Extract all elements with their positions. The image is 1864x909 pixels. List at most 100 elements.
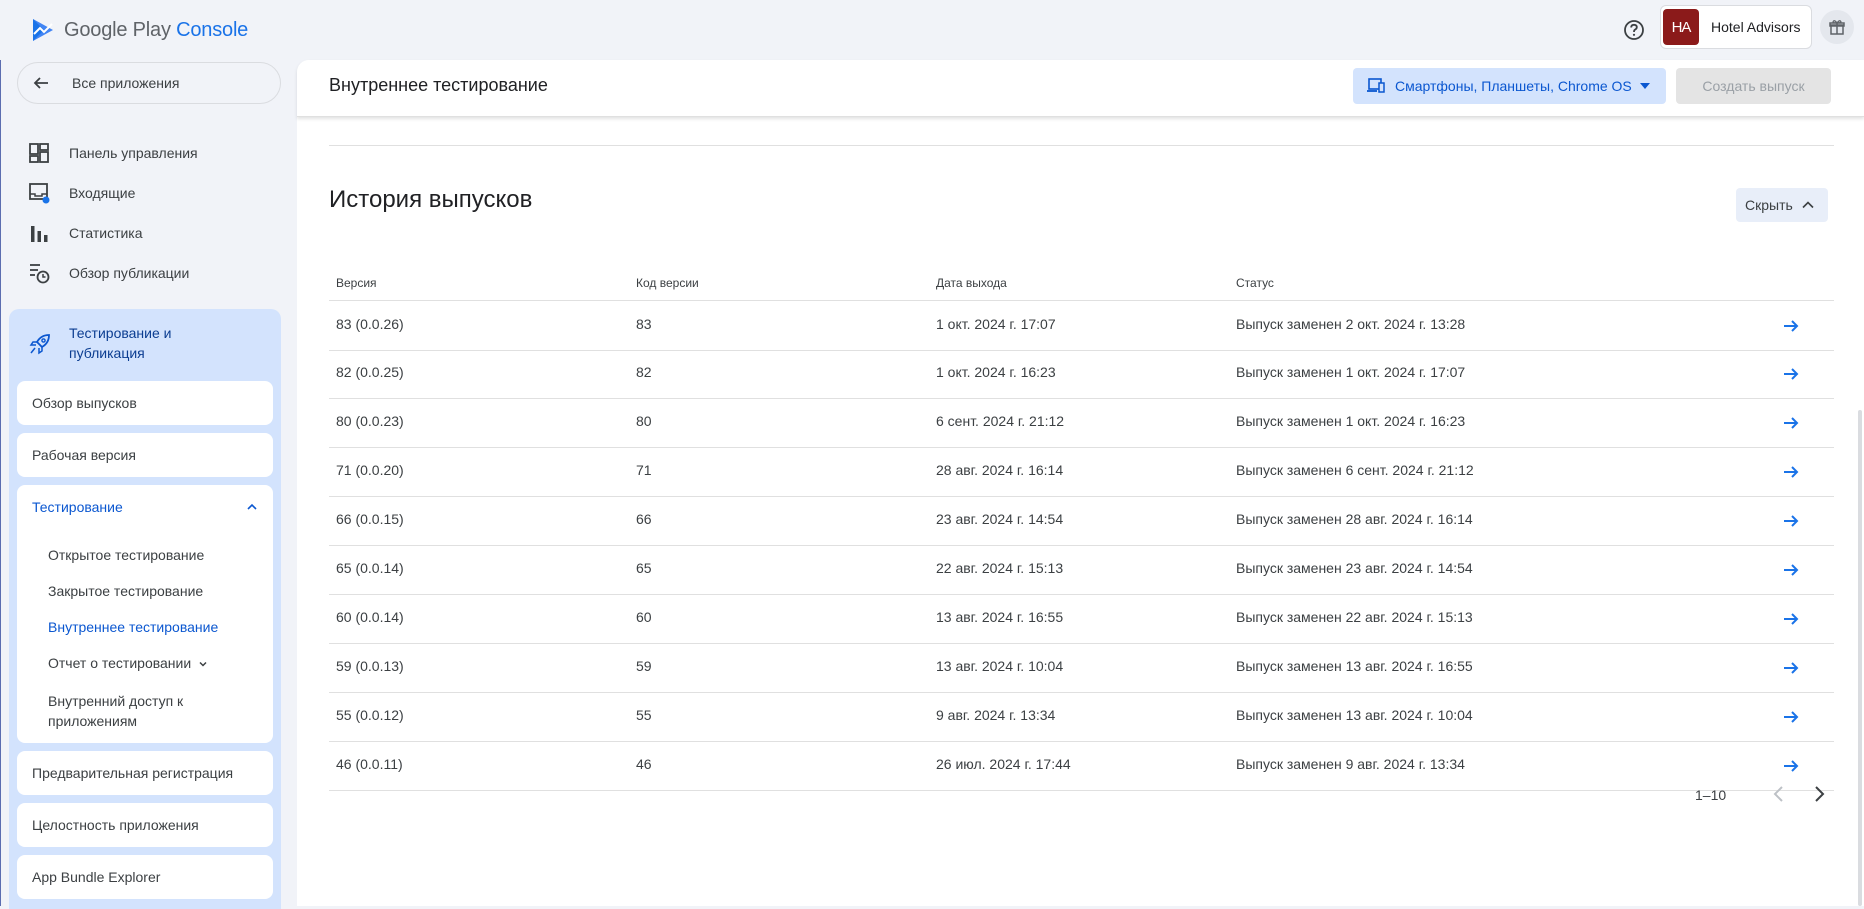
play-console-logo-icon bbox=[33, 19, 53, 41]
table-row[interactable]: 65 (0.0.14) 65 22 авг. 2024 г. 15:13 Выпуск… bbox=[329, 545, 1834, 595]
cell-version-code: 46 bbox=[636, 756, 652, 772]
main-content: Внутреннее тестирование Смартфоны, Планш… bbox=[297, 60, 1864, 906]
arrow-forward-icon bbox=[1784, 320, 1799, 332]
account-switcher[interactable]: HA Hotel Advisors bbox=[1660, 5, 1812, 49]
table-row[interactable]: 82 (0.0.25) 82 1 окт. 2024 г. 16:23 Выпуск … bbox=[329, 349, 1834, 399]
sidebar-item-label: Обзор публикации bbox=[69, 265, 190, 281]
cell-version: 82 (0.0.25) bbox=[336, 364, 404, 380]
open-release-button[interactable] bbox=[1779, 509, 1803, 533]
cell-status: Выпуск заменен 13 авг. 2024 г. 10:04 bbox=[1236, 707, 1473, 723]
top-bar: Google Play Console HA Hotel Advisors bbox=[0, 0, 1864, 60]
cell-version-code: 55 bbox=[636, 707, 652, 723]
arrow-forward-icon bbox=[1784, 760, 1799, 772]
all-apps-label: Все приложения bbox=[72, 75, 180, 91]
column-release-date: Дата выхода bbox=[936, 276, 1007, 290]
device-filter-button[interactable]: Смартфоны, Планшеты, Chrome OS bbox=[1353, 68, 1666, 104]
cell-version-code: 83 bbox=[636, 316, 652, 332]
open-release-button[interactable] bbox=[1779, 754, 1803, 778]
cell-status: Выпуск заменен 13 авг. 2024 г. 16:55 bbox=[1236, 658, 1473, 674]
arrow-forward-icon bbox=[1784, 417, 1799, 429]
cell-version-code: 66 bbox=[636, 511, 652, 527]
play-console-logo[interactable]: Google Play Console bbox=[30, 14, 248, 46]
cell-version-code: 82 bbox=[636, 364, 652, 380]
open-release-button[interactable] bbox=[1779, 411, 1803, 435]
cell-version: 65 (0.0.14) bbox=[336, 560, 404, 576]
rocket-icon bbox=[29, 334, 50, 355]
table-row[interactable]: 83 (0.0.26) 83 1 окт. 2024 г. 17:07 Выпуск … bbox=[329, 300, 1834, 351]
open-release-button[interactable] bbox=[1779, 656, 1803, 680]
brand-name-google-play: Google Play bbox=[64, 18, 177, 41]
cell-version: 66 (0.0.15) bbox=[336, 511, 404, 527]
open-release-button[interactable] bbox=[1779, 314, 1803, 338]
testing-report-item[interactable]: Отчет о тестировании bbox=[48, 655, 208, 671]
closed-testing-item[interactable]: Закрытое тестирование bbox=[48, 583, 203, 599]
sidebar-item-statistics[interactable]: Статистика bbox=[28, 215, 143, 251]
previous-page-button[interactable] bbox=[1767, 782, 1791, 806]
page-scrollbar[interactable] bbox=[1858, 410, 1862, 906]
testing-toggle[interactable]: Тестирование bbox=[32, 499, 123, 515]
cell-version: 80 (0.0.23) bbox=[336, 413, 404, 429]
chevron-down-icon bbox=[199, 662, 207, 667]
releases-overview-item[interactable]: Обзор выпусков bbox=[17, 381, 273, 425]
all-apps-button[interactable]: Все приложения bbox=[17, 62, 281, 104]
dashboard-icon bbox=[29, 143, 49, 163]
next-page-button[interactable] bbox=[1807, 782, 1831, 806]
open-release-button[interactable] bbox=[1779, 705, 1803, 729]
table-row[interactable]: 60 (0.0.14) 60 13 авг. 2024 г. 16:55 Выпуск… bbox=[329, 594, 1834, 644]
production-item[interactable]: Рабочая версия bbox=[17, 433, 273, 477]
cell-version: 83 (0.0.26) bbox=[336, 316, 404, 332]
sidebar-item-publishing-overview[interactable]: Обзор публикации bbox=[28, 255, 189, 291]
cell-release-date: 23 авг. 2024 г. 14:54 bbox=[936, 511, 1064, 527]
table-row[interactable]: 55 (0.0.12) 55 9 авг. 2024 г. 13:34 Выпуск … bbox=[329, 692, 1834, 742]
open-release-button[interactable] bbox=[1779, 460, 1803, 484]
pre-registration-item[interactable]: Предварительная регистрация bbox=[17, 751, 273, 795]
sidebar-item-label: Статистика bbox=[69, 225, 143, 241]
open-testing-item[interactable]: Открытое тестирование bbox=[48, 547, 204, 563]
hide-label: Скрыть bbox=[1745, 197, 1793, 213]
create-release-button[interactable]: Создать выпуск bbox=[1676, 68, 1831, 104]
device-filter-label: Смартфоны, Планшеты, Chrome OS bbox=[1395, 78, 1632, 94]
page-header: Внутреннее тестирование Смартфоны, Планш… bbox=[297, 60, 1864, 117]
help-button[interactable] bbox=[1620, 16, 1648, 44]
table-row[interactable]: 71 (0.0.20) 71 28 авг. 2024 г. 16:14 Выпуск… bbox=[329, 447, 1834, 497]
app-bundle-explorer-item[interactable]: App Bundle Explorer bbox=[17, 855, 273, 899]
sidebar-item-label: Панель управления bbox=[69, 145, 198, 161]
chevron-up-icon bbox=[1802, 201, 1814, 209]
cell-release-date: 9 авг. 2024 г. 13:34 bbox=[936, 707, 1056, 723]
cell-version-code: 80 bbox=[636, 413, 652, 429]
sidebar-item-inbox[interactable]: Входящие bbox=[28, 175, 135, 211]
table-row[interactable]: 80 (0.0.23) 80 6 сент. 2024 г. 21:12 Выпуск… bbox=[329, 398, 1834, 448]
hide-history-button[interactable]: Скрыть bbox=[1736, 188, 1828, 222]
testing-publishing-header[interactable]: Тестирование и публикация bbox=[29, 323, 239, 363]
internal-app-sharing-item[interactable]: Внутренний доступ к приложениям bbox=[48, 691, 183, 731]
open-release-button[interactable] bbox=[1779, 607, 1803, 631]
table-row[interactable]: 59 (0.0.13) 59 13 авг. 2024 г. 10:04 Выпуск… bbox=[329, 643, 1834, 693]
cell-status: Выпуск заменен 9 авг. 2024 г. 13:34 bbox=[1236, 756, 1465, 772]
cell-status: Выпуск заменен 23 авг. 2024 г. 14:54 bbox=[1236, 560, 1473, 576]
open-release-button[interactable] bbox=[1779, 558, 1803, 582]
testing-report-label: Отчет о тестировании bbox=[48, 655, 192, 671]
cell-status: Выпуск заменен 22 авг. 2024 г. 15:13 bbox=[1236, 609, 1473, 625]
cell-release-date: 1 окт. 2024 г. 16:23 bbox=[936, 364, 1056, 380]
pre-registration-label: Предварительная регистрация bbox=[32, 765, 234, 781]
testing-publishing-section: Тестирование и публикация Обзор выпусков… bbox=[9, 309, 281, 909]
production-label: Рабочая версия bbox=[32, 447, 136, 463]
table-row[interactable]: 66 (0.0.15) 66 23 авг. 2024 г. 14:54 Выпуск… bbox=[329, 496, 1834, 546]
app-integrity-item[interactable]: Целостность приложения bbox=[17, 803, 273, 847]
internal-app-sharing-line2: приложениям bbox=[48, 713, 138, 729]
cell-release-date: 1 окт. 2024 г. 17:07 bbox=[936, 316, 1056, 332]
table-row[interactable]: 46 (0.0.11) 46 26 июл. 2024 г. 17:44 Выпуск… bbox=[329, 741, 1834, 791]
chevron-up-icon[interactable] bbox=[246, 501, 258, 513]
chevron-left-icon bbox=[1773, 786, 1783, 802]
publishing-overview-icon bbox=[30, 264, 50, 284]
app-bundle-explorer-label: App Bundle Explorer bbox=[32, 869, 161, 885]
cell-release-date: 13 авг. 2024 г. 10:04 bbox=[936, 658, 1064, 674]
notifications-button[interactable] bbox=[1820, 10, 1854, 44]
open-release-button[interactable] bbox=[1779, 362, 1803, 386]
arrow-forward-icon bbox=[1784, 515, 1799, 527]
sidebar-item-dashboard[interactable]: Панель управления bbox=[28, 135, 198, 171]
sidebar-item-label: Входящие bbox=[69, 185, 136, 201]
cell-release-date: 28 авг. 2024 г. 16:14 bbox=[936, 462, 1064, 478]
internal-testing-item[interactable]: Внутреннее тестирование bbox=[48, 619, 218, 635]
cell-version-code: 65 bbox=[636, 560, 652, 576]
